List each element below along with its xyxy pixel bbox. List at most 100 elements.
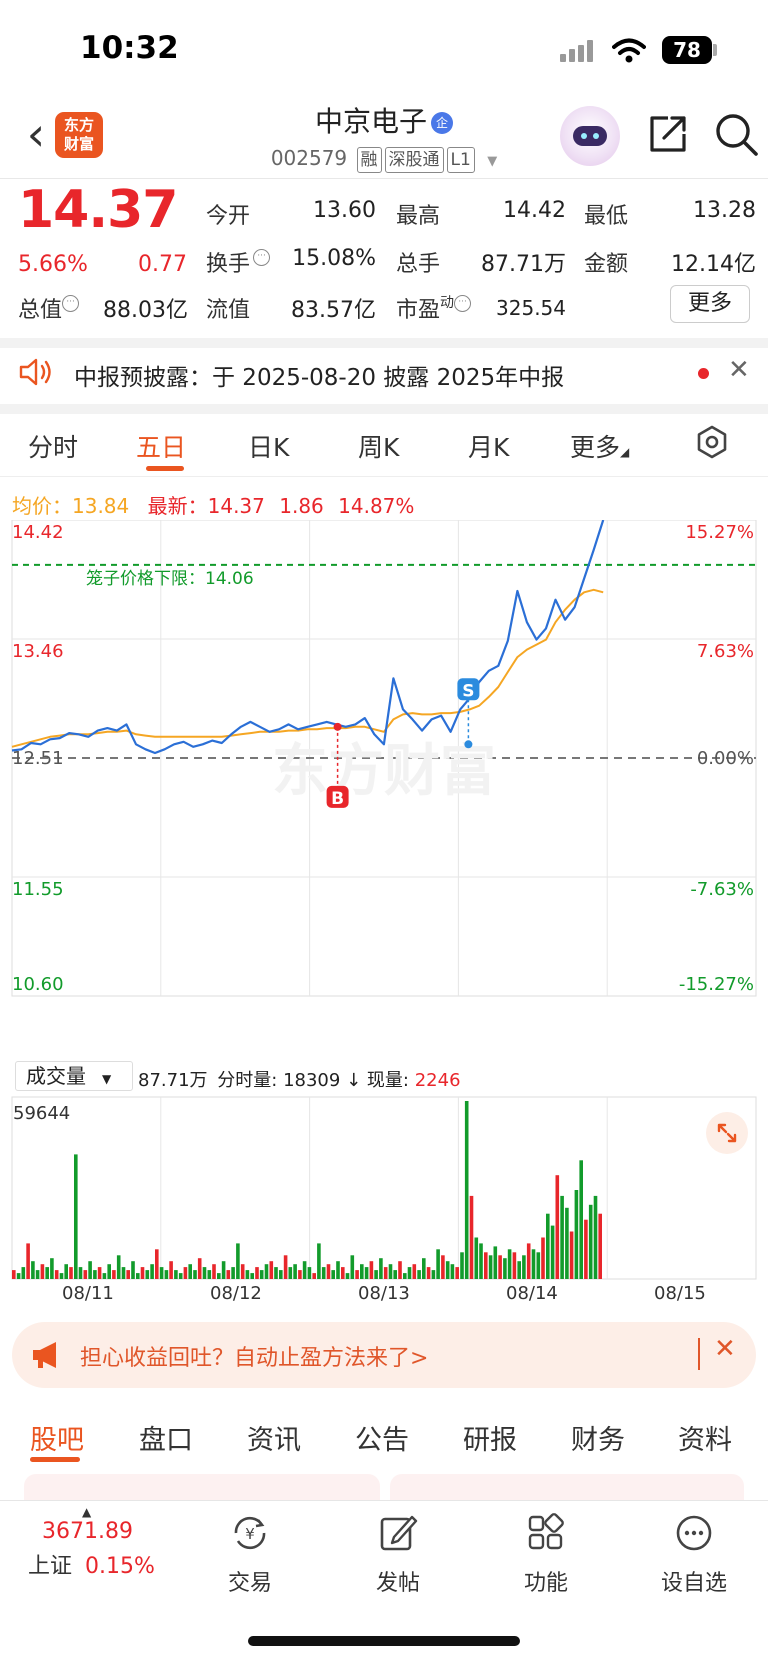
volume-bar <box>379 1258 383 1279</box>
price-line <box>11 520 605 755</box>
volume-bar <box>445 1261 450 1279</box>
tab-financials[interactable]: 财务 <box>571 1418 625 1457</box>
volume-bar <box>426 1267 431 1279</box>
close-icon[interactable]: ✕ <box>714 1334 736 1364</box>
tab-research[interactable]: 研报 <box>463 1418 517 1457</box>
volume-bar <box>240 1264 245 1279</box>
volume-bar <box>364 1267 369 1279</box>
volume-bar <box>360 1264 364 1279</box>
volume-bar <box>517 1261 521 1279</box>
wifi-icon <box>612 38 646 63</box>
tab-profile[interactable]: 资料 <box>678 1418 732 1457</box>
info-icon[interactable]: ··· <box>62 295 80 312</box>
volume-bar <box>412 1264 417 1279</box>
active-tab-indicator <box>146 466 184 471</box>
volume-bar <box>226 1270 231 1279</box>
volume-bar <box>136 1273 140 1279</box>
stat-label-amount: 金额 <box>584 252 629 277</box>
date-label: 08/15 <box>654 1283 706 1304</box>
expand-icon[interactable] <box>706 1112 748 1154</box>
volume-bar <box>302 1261 307 1279</box>
index-ticker[interactable]: ▲ 3671.89 上证 0.15% <box>28 1505 178 1580</box>
stat-label-market-cap: 总值 ··· <box>18 292 80 324</box>
volume-bar <box>174 1270 178 1279</box>
average-line <box>11 588 604 748</box>
volume-bar <box>498 1255 502 1279</box>
pe-superscript: 动 <box>440 295 455 311</box>
tab-daily-k[interactable]: 日K <box>248 428 289 464</box>
tab-weekly-k[interactable]: 周K <box>358 428 399 464</box>
volume-bar <box>455 1267 459 1279</box>
notice-text[interactable]: 中报预披露：于 2025-08-20 披露 2025年中报 <box>74 358 564 392</box>
volume-bar <box>422 1258 426 1279</box>
volume-bar <box>526 1243 531 1279</box>
tag-level: L1 <box>446 147 475 173</box>
gear-icon[interactable] <box>694 424 730 460</box>
volume-bar <box>493 1246 498 1279</box>
price-chart[interactable]: 东方财富 B S 笼子价格下限：14.06 14.42 13.46 12.51 11.55… <box>0 520 768 1060</box>
nav-trade[interactable]: ¥ 交易 <box>190 1511 310 1597</box>
home-indicator <box>248 1636 520 1646</box>
volume-bar <box>231 1267 235 1279</box>
volume-bar <box>312 1273 316 1279</box>
volume-bar <box>550 1225 555 1279</box>
stat-value-pe: 325.54 <box>496 296 566 320</box>
volume-bar <box>598 1213 602 1279</box>
volume-bar <box>403 1273 407 1279</box>
volume-max-label: 59644 <box>13 1103 70 1124</box>
volume-bar <box>269 1261 274 1279</box>
volume-bar <box>78 1267 83 1279</box>
volume-bar <box>155 1249 159 1279</box>
promo-text[interactable]: 担心收益回吐？自动止盈方法来了> <box>80 1340 428 1372</box>
stat-value-volume: 87.71万 <box>481 252 566 277</box>
tab-news[interactable]: 资讯 <box>247 1418 301 1457</box>
volume-bar <box>484 1252 488 1279</box>
volume-bar <box>88 1261 92 1279</box>
status-time: 10:32 <box>80 30 179 66</box>
stat-value-turnover: 15.08% <box>292 246 376 271</box>
volume-bar <box>69 1267 73 1279</box>
tab-order-book[interactable]: 盘口 <box>139 1418 193 1457</box>
volume-chart[interactable]: 59644 <box>0 1095 768 1281</box>
watermark: 东方财富 <box>272 739 496 804</box>
status-bar: 10:32 78 <box>0 0 768 100</box>
tab-intraday[interactable]: 分时 <box>28 428 78 464</box>
y-right-tick: 0.00% <box>697 748 754 769</box>
nav-label: 功能 <box>523 1571 568 1596</box>
section-divider <box>0 404 768 414</box>
tab-more[interactable]: 更多◢ <box>570 428 629 464</box>
volume-bar <box>293 1264 297 1279</box>
tabs-divider <box>0 476 768 477</box>
tab-announcements[interactable]: 公告 <box>355 1418 409 1457</box>
info-icon[interactable]: ··· <box>253 249 271 266</box>
limit-price-label: 笼子价格下限：14.06 <box>86 569 254 589</box>
indicator-select[interactable]: 成交量 ▼ <box>15 1061 133 1091</box>
share-icon[interactable] <box>646 112 690 156</box>
buy-marker: B <box>331 789 344 809</box>
volume-bar <box>569 1231 574 1279</box>
avg-value: 13.84 <box>72 494 130 518</box>
date-label: 08/12 <box>210 1283 262 1304</box>
nav-post[interactable]: 发帖 <box>338 1511 458 1597</box>
volume-bar <box>341 1267 345 1279</box>
tab-five-day[interactable]: 五日 <box>136 428 186 464</box>
nav-functions[interactable]: 功能 <box>486 1511 606 1597</box>
tab-forum[interactable]: 股吧 <box>30 1418 84 1457</box>
search-icon[interactable] <box>712 110 760 158</box>
volume-bar <box>407 1267 412 1279</box>
volume-bar <box>560 1195 564 1279</box>
nav-watchlist-settings[interactable]: 设自选 <box>634 1511 754 1597</box>
tab-monthly-k[interactable]: 月K <box>468 428 509 464</box>
change-percent: 5.66% <box>18 252 88 277</box>
volume-bar <box>474 1237 479 1279</box>
info-icon[interactable]: ··· <box>454 295 472 312</box>
close-icon[interactable]: ✕ <box>728 355 750 385</box>
stat-label-volume: 总手 <box>396 252 441 277</box>
y-left-tick: 10.60 <box>12 974 64 995</box>
volume-legend: 87.71万 分时量: 18309 ↓ 现量: 2246 <box>138 1066 461 1092</box>
assistant-avatar[interactable] <box>560 106 620 166</box>
more-stats-button[interactable]: 更多 <box>670 285 750 323</box>
tick-volume-value: 18309 <box>283 1070 341 1091</box>
volume-bar <box>207 1270 212 1279</box>
volume-bar <box>536 1252 541 1279</box>
